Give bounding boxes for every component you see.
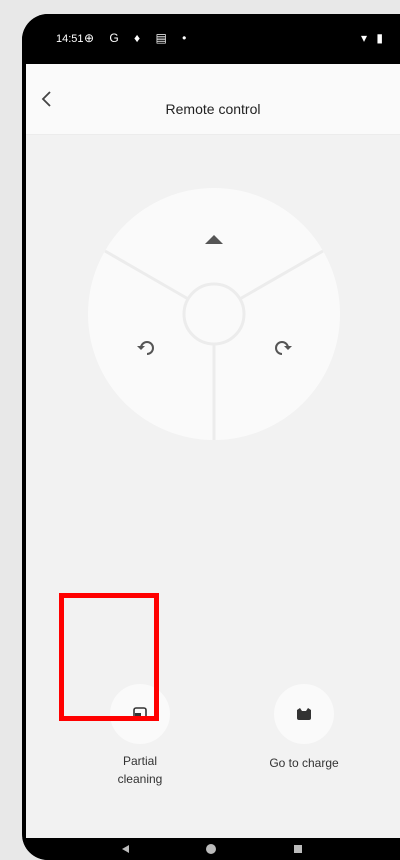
partial-area-icon <box>133 707 147 721</box>
partial-cleaning-circle <box>110 684 170 744</box>
partial-cleaning-label-line1: Partial <box>122 754 157 768</box>
nav-back-icon <box>122 845 129 853</box>
app-screen: Remote control Partial cleaning Go to ch… <box>26 64 400 838</box>
system-nav-bar <box>22 838 400 860</box>
nav-recents-button[interactable] <box>294 845 302 853</box>
status-system-icons: ▾ ▮ <box>361 31 386 45</box>
charging-dock-icon <box>297 708 311 720</box>
partial-cleaning-label-line2: cleaning <box>117 772 163 786</box>
nav-home-icon <box>206 844 216 854</box>
center-button[interactable] <box>182 282 246 346</box>
go-to-charge-label: Go to charge <box>269 756 339 770</box>
header: Remote control <box>26 64 400 135</box>
control-pad-graphic <box>88 188 340 440</box>
partial-cleaning-button[interactable]: Partial cleaning <box>88 654 192 804</box>
partial-cleaning-label: Partial cleaning <box>88 752 192 788</box>
nav-recents-icon <box>294 845 302 853</box>
go-to-charge-circle <box>274 684 334 744</box>
direction-control-pad <box>86 186 342 442</box>
page-title: Remote control <box>165 101 261 117</box>
nav-back-button[interactable] <box>122 845 129 853</box>
status-bar: 14:51 ⊕ G ♦ ▤ • ▾ ▮ <box>22 14 400 64</box>
bottom-actions: Partial cleaning Go to charge <box>26 654 400 804</box>
status-notification-icons: ⊕ G ♦ ▤ • <box>84 31 193 45</box>
status-time: 14:51 <box>56 33 84 45</box>
phone-frame: 14:51 ⊕ G ♦ ▤ • ▾ ▮ Remote control Parti… <box>22 14 400 860</box>
go-to-charge-button[interactable]: Go to charge <box>244 654 364 804</box>
nav-home-button[interactable] <box>206 844 216 854</box>
